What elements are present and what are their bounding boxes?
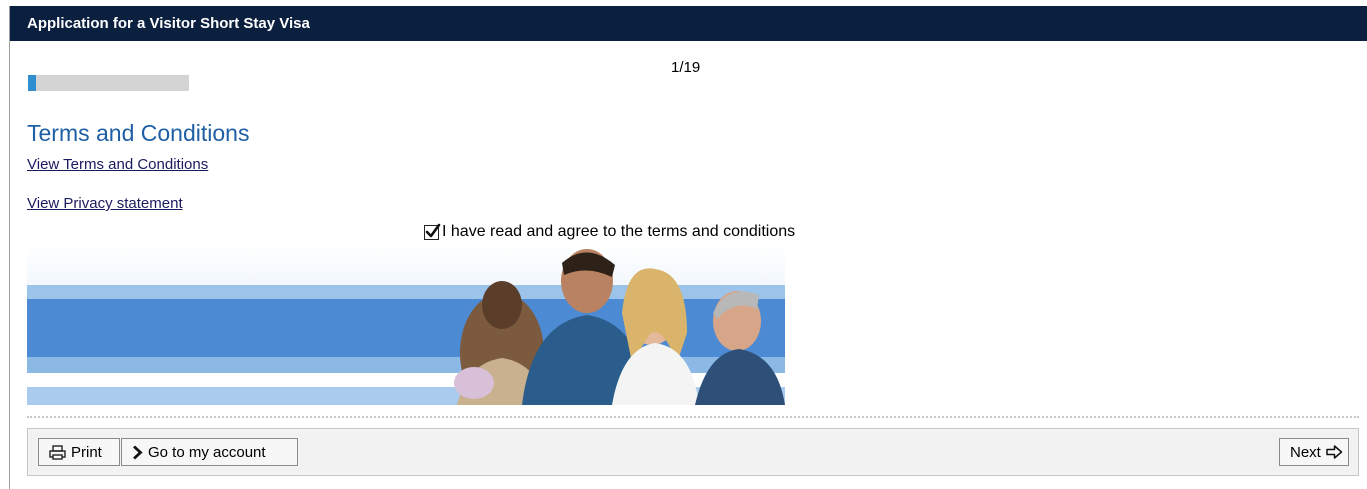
go-to-account-label: Go to my account: [148, 443, 266, 461]
progress-bar: [28, 75, 189, 91]
checkmark-icon: [425, 223, 441, 237]
section-title: Terms and Conditions: [27, 120, 250, 146]
header-title: Application for a Visitor Short Stay Vis…: [27, 15, 310, 32]
agree-terms-row[interactable]: I have read and agree to the terms and c…: [424, 223, 795, 241]
divider: [27, 416, 1359, 418]
page-counter: 1/19: [671, 59, 701, 76]
print-label: Print: [71, 443, 102, 461]
printer-icon: [49, 444, 66, 460]
agree-terms-label: I have read and agree to the terms and c…: [442, 223, 796, 240]
bottom-toolbar: Print Go to my account Next: [27, 428, 1359, 476]
chevron-right-icon: [132, 444, 143, 460]
next-label: Next: [1290, 443, 1321, 461]
page-header: Application for a Visitor Short Stay Vis…: [10, 6, 1367, 41]
agree-terms-checkbox[interactable]: [424, 223, 441, 240]
view-privacy-link[interactable]: View Privacy statement: [27, 195, 183, 212]
arrow-right-icon: [1326, 445, 1343, 459]
view-terms-link[interactable]: View Terms and Conditions: [27, 156, 208, 173]
banner-image: [27, 243, 785, 405]
next-button[interactable]: Next: [1279, 438, 1349, 466]
progress-bar-fill: [28, 75, 37, 91]
go-to-account-button[interactable]: Go to my account: [121, 438, 298, 466]
print-button[interactable]: Print: [38, 438, 120, 466]
